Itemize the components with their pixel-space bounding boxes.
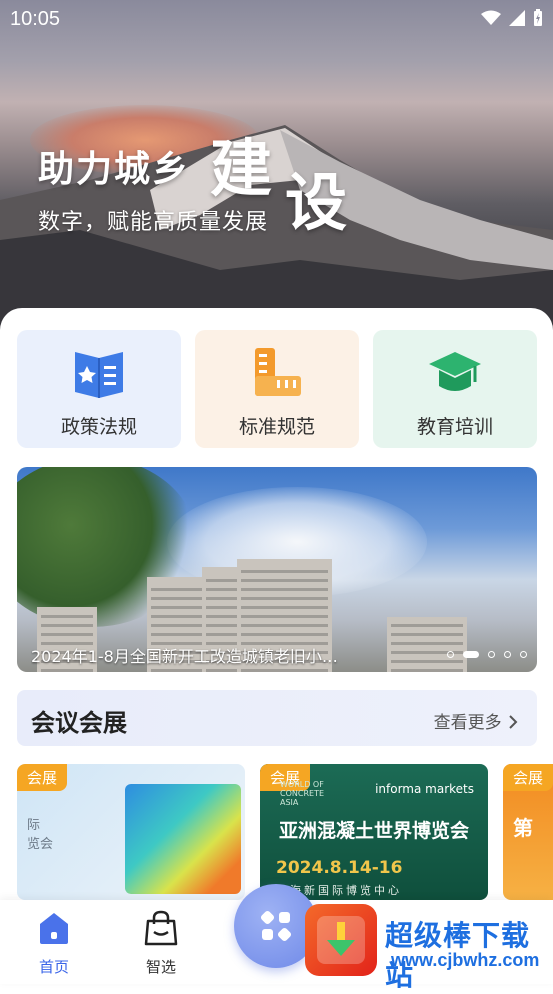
carousel-dot-active[interactable] (463, 651, 479, 658)
hero-subline: 数字，赋能高质量发展 (38, 210, 269, 235)
signal-icon (509, 10, 525, 26)
conference-card[interactable]: 会展 第 (503, 764, 553, 900)
graduation-cap-icon (429, 352, 481, 391)
category-education[interactable]: 教育培训 (373, 330, 537, 448)
section-header-conferences: 会议会展 查看更多 (17, 690, 537, 746)
conference-card[interactable]: 会展 WORLD OF CONCRETE ASIA informa market… (260, 764, 488, 900)
news-carousel[interactable]: 2024年1-8月全国新开工改造城镇老旧小… (17, 467, 537, 672)
category-label: 政策法规 (60, 416, 137, 438)
tab-home[interactable]: 首页 (14, 908, 94, 977)
card-brand-logo: WORLD OF CONCRETE ASIA (280, 780, 325, 807)
card-title: 亚洲混凝土世界博览会 (278, 820, 469, 842)
card-text: 第 (513, 816, 533, 840)
card-date: 2024.8.14-16 (276, 858, 403, 878)
carousel-dot[interactable] (504, 651, 511, 658)
category-standards[interactable]: 标准规范 (195, 330, 359, 448)
category-label: 标准规范 (238, 416, 315, 438)
carousel-caption[interactable]: 2024年1-8月全国新开工改造城镇老旧小… (31, 643, 381, 667)
tab-label: 首页 (38, 958, 69, 976)
view-more-label: 查看更多 (433, 713, 502, 733)
carousel-dot[interactable] (447, 651, 454, 658)
card-text: 际 览会 (27, 818, 54, 852)
site-watermark: 超级棒下载站 www.cjbwhz.com (305, 902, 553, 992)
section-title: 会议会展 (31, 708, 127, 737)
carousel-indicator (447, 651, 527, 658)
conference-cards: 际 览会 会展 会展 WORLD OF CONCRETE ASIA inform… (17, 764, 553, 900)
chevron-right-icon (509, 715, 518, 729)
view-more-link[interactable]: 查看更多 (434, 708, 519, 733)
card-artwork (125, 784, 241, 894)
watermark-url: www.cjbwhz.com (391, 950, 540, 970)
hero-headline-big-2: 设 (285, 166, 348, 239)
home-icon (40, 913, 68, 944)
card-brand: informa markets (375, 782, 474, 796)
category-policy[interactable]: 政策法规 (17, 330, 181, 448)
card-tag: 会展 (503, 764, 553, 791)
shopping-bag-icon (144, 910, 178, 946)
tab-label: 智选 (145, 958, 176, 976)
wifi-icon (481, 10, 501, 25)
hero-banner: 10:05 助力城乡 建 设 数字，赋能高质量发展 (0, 0, 553, 340)
battery-icon (534, 9, 542, 26)
building (387, 617, 467, 672)
category-grid: 政策法规 标准规范 教育培训 (17, 330, 537, 448)
conference-card[interactable]: 际 览会 会展 (17, 764, 245, 900)
card-tag: 会展 (17, 764, 68, 791)
carousel-dot[interactable] (488, 651, 495, 658)
tab-smart-select[interactable]: 智选 (121, 908, 201, 977)
status-time: 10:05 (10, 8, 61, 30)
watermark-logo (305, 904, 377, 976)
policy-book-icon (75, 352, 123, 398)
category-label: 教育培训 (416, 416, 493, 438)
hero-headline: 助力城乡 (38, 148, 191, 190)
ruler-icon (255, 348, 301, 396)
download-arrow-icon (317, 916, 365, 964)
hero-headline-big-1: 建 (210, 132, 273, 205)
carousel-dot[interactable] (520, 651, 527, 658)
status-bar: 10:05 (0, 0, 553, 38)
